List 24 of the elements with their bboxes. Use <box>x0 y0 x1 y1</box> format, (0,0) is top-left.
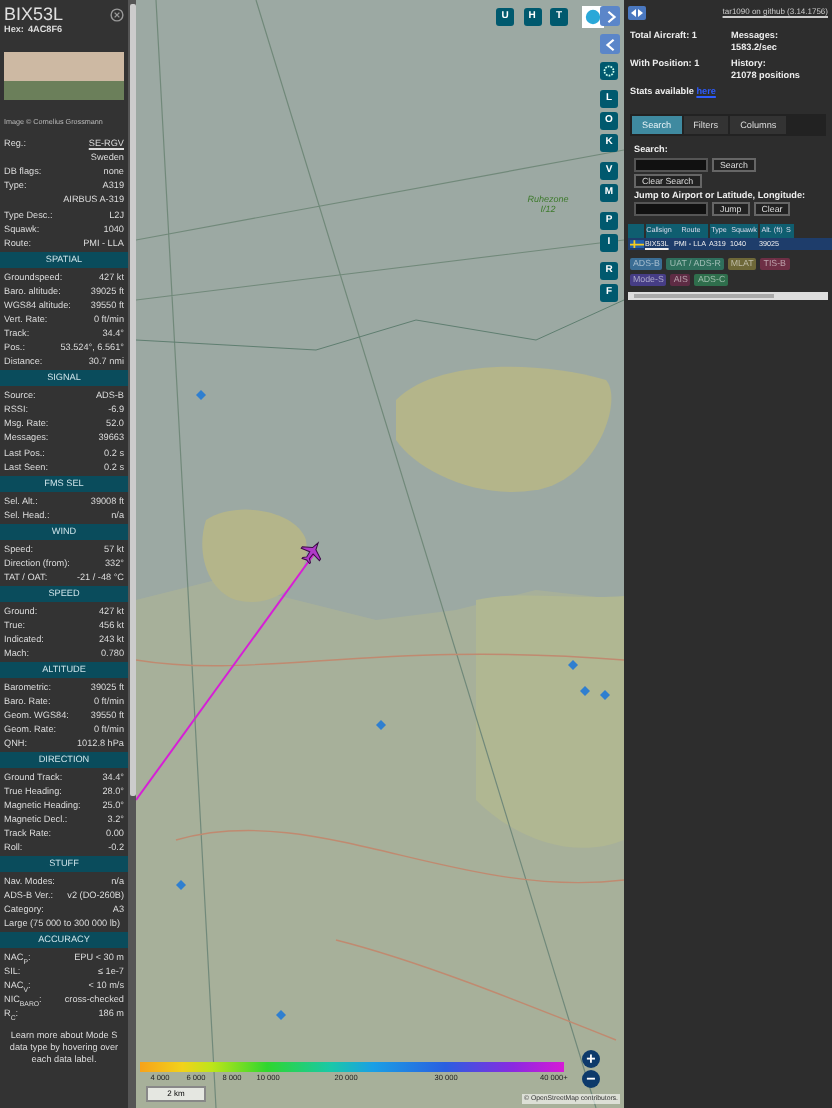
photo-placeholder <box>4 52 124 100</box>
expand-button[interactable] <box>600 6 620 26</box>
close-icon[interactable] <box>110 8 124 22</box>
jump-field[interactable] <box>634 202 708 216</box>
marker-icon[interactable] <box>276 1010 286 1020</box>
marker-icon[interactable] <box>600 690 610 700</box>
marker-icon[interactable] <box>196 390 206 400</box>
scrollbar[interactable] <box>128 0 136 1108</box>
search-field[interactable] <box>634 157 708 171</box>
marker-icon[interactable] <box>176 880 186 890</box>
chevron-left-icon <box>603 37 617 51</box>
scrollbar[interactable] <box>628 292 828 300</box>
settings-button[interactable] <box>600 62 618 80</box>
marker-icon[interactable] <box>376 720 386 730</box>
marker-icon[interactable] <box>580 686 590 696</box>
chevron-right-icon <box>603 9 617 23</box>
settings-icon <box>602 64 616 78</box>
marker-icon[interactable] <box>568 660 578 670</box>
airplane-icon[interactable] <box>300 540 324 564</box>
collapse-button[interactable] <box>600 34 620 54</box>
flag-column-header <box>628 224 644 238</box>
panel-toggle-icon[interactable] <box>628 6 646 20</box>
aircraft-callsign: BIX53L <box>4 4 64 24</box>
flag-icon <box>629 239 643 249</box>
